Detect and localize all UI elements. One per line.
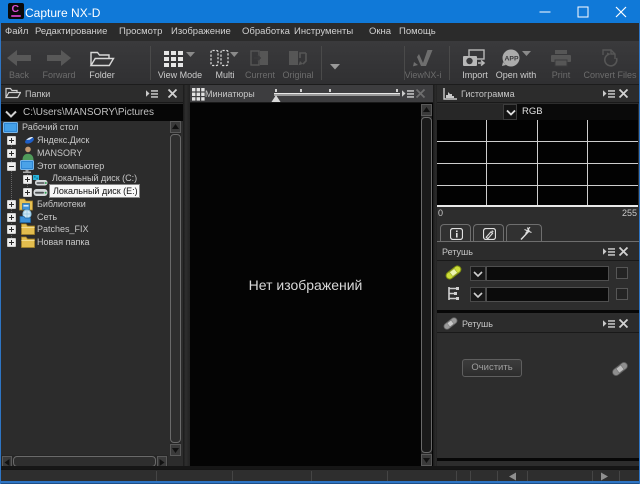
svg-text:APP: APP [505, 56, 519, 63]
